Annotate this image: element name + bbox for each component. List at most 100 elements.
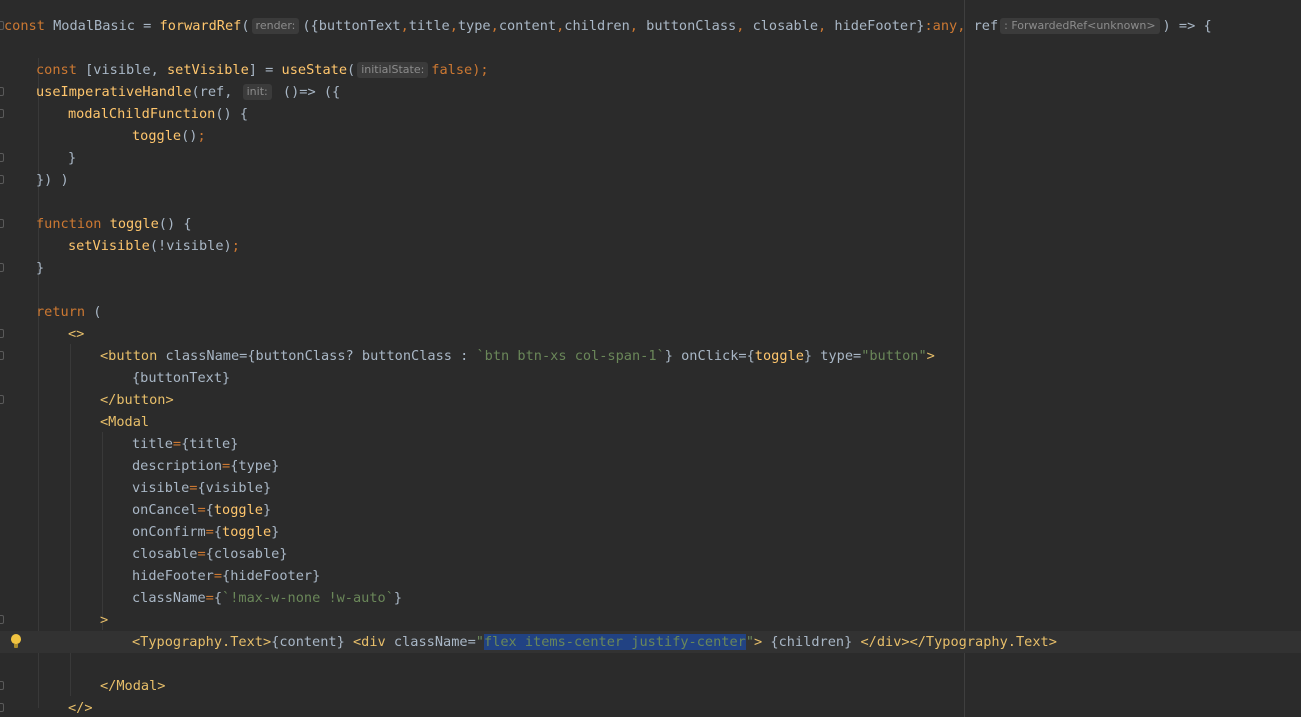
paren: () { — [215, 106, 249, 122]
brace: } — [664, 348, 673, 364]
comma: , — [957, 18, 974, 34]
fold-marker-icon[interactable] — [0, 329, 4, 338]
param: ref — [973, 18, 999, 34]
code-line[interactable]: onConfirm={toggle} — [0, 521, 1301, 543]
fold-marker-icon[interactable] — [0, 703, 4, 712]
jsx-tag: </Modal> — [100, 678, 166, 694]
keyword: return — [36, 304, 86, 320]
jsx-attr: description — [132, 458, 223, 474]
literal: false — [431, 62, 473, 78]
code-line[interactable]: </> — [0, 697, 1301, 717]
brace: } — [271, 458, 280, 474]
code-line[interactable]: const ModalBasic = forwardRef(render: ({b… — [0, 15, 1301, 37]
code-line[interactable]: <Modal — [0, 411, 1301, 433]
fold-marker-icon[interactable] — [0, 263, 4, 272]
operator: = — [197, 546, 206, 562]
fold-marker-icon[interactable] — [0, 109, 4, 118]
identifier: ModalBasic — [53, 18, 135, 34]
code-line[interactable]: useImperativeHandle(ref, init: ()=> ({ — [0, 81, 1301, 103]
param: hideFooter — [834, 18, 917, 34]
brace: } — [262, 480, 272, 496]
jsx-tag: </> — [68, 700, 93, 716]
code-line[interactable]: title={title} — [0, 433, 1301, 455]
jsx-expression: title — [189, 436, 231, 452]
lightbulb-icon[interactable] — [11, 634, 21, 648]
code-line[interactable]: return ( — [0, 301, 1301, 323]
comma: , — [400, 18, 409, 34]
code-line[interactable]: {buttonText} — [0, 367, 1301, 389]
paren: ); — [472, 62, 489, 78]
brace: } — [271, 524, 280, 540]
brace: }) ) — [36, 172, 69, 188]
code-line-current[interactable]: <Typography.Text>{content} <div classNam… — [0, 631, 1301, 653]
keyword: const — [4, 18, 45, 34]
function-call: toggle — [132, 128, 182, 144]
code-line[interactable]: toggle(); — [0, 125, 1301, 147]
brace: } — [230, 436, 239, 452]
paren: ( — [85, 304, 102, 320]
operator: = — [197, 502, 206, 518]
code-line[interactable]: </button> — [0, 389, 1301, 411]
fold-marker-icon[interactable] — [0, 87, 4, 96]
jsx-tag: </div> — [860, 634, 910, 650]
fold-marker-icon[interactable] — [0, 395, 4, 404]
string-quote: " — [745, 634, 755, 650]
paren: ( — [241, 18, 250, 34]
comma: , — [490, 18, 499, 34]
destructure: [visible, — [76, 62, 167, 78]
jsx-attr: className — [157, 348, 240, 364]
parameter-hint: render: — [251, 18, 300, 34]
jsx-tag: <Typography.Text> — [132, 634, 272, 650]
parameter-hint: init: — [242, 84, 272, 100]
jsx-tag: > — [100, 612, 109, 628]
brace: { — [213, 590, 223, 606]
param: buttonClass — [646, 18, 737, 34]
param: content — [498, 18, 557, 34]
code-line[interactable]: } — [0, 257, 1301, 279]
code-line[interactable]: const [visible, setVisible] = useState(i… — [0, 59, 1301, 81]
fold-marker-icon[interactable] — [0, 153, 4, 162]
operator: = — [853, 348, 862, 364]
jsx-expression: {buttonText} — [132, 370, 231, 386]
code-line[interactable]: <> — [0, 323, 1301, 345]
code-line[interactable]: <button className = {buttonClass? buttonCl… — [0, 345, 1301, 367]
jsx-tag: </button> — [100, 392, 174, 408]
fold-marker-icon[interactable] — [0, 219, 4, 228]
code-line[interactable]: closable={closable} — [0, 543, 1301, 565]
brace: } — [36, 260, 45, 276]
code-line[interactable]: onCancel={toggle} — [0, 499, 1301, 521]
code-line[interactable]: visible={visible} — [0, 477, 1301, 499]
jsx-tag: </Typography.Text> — [909, 634, 1057, 650]
fold-marker-icon[interactable] — [0, 681, 4, 690]
code-line[interactable]: modalChildFunction() { — [0, 103, 1301, 125]
fold-marker-icon[interactable] — [0, 175, 4, 184]
jsx-attr: className — [132, 590, 206, 606]
code-line[interactable]: hideFooter={hideFooter} — [0, 565, 1301, 587]
code-editor[interactable]: const ModalBasic = forwardRef(render: ({b… — [0, 0, 1301, 717]
operator: = — [467, 634, 476, 650]
function-call: useState — [281, 62, 348, 78]
code-line[interactable]: > — [0, 609, 1301, 631]
parameter-hint: initialState: — [357, 62, 429, 78]
paren: () { — [158, 216, 192, 232]
jsx-expression: hideFooter — [230, 568, 313, 584]
code-line[interactable]: function toggle() { — [0, 213, 1301, 235]
code-line[interactable]: </Modal> — [0, 675, 1301, 697]
function-call: setVisible — [68, 238, 150, 254]
comma: , — [629, 18, 647, 34]
keyword: const — [36, 62, 77, 78]
selected-text[interactable]: flex items-center justify-center — [483, 634, 746, 650]
code-line[interactable]: className={`!max-w-none !w-auto`} — [0, 587, 1301, 609]
code-line[interactable]: description={type} — [0, 455, 1301, 477]
operator: = — [172, 436, 182, 452]
fold-marker-icon[interactable] — [0, 351, 4, 360]
fold-marker-icon[interactable] — [0, 615, 4, 624]
operator: = — [222, 458, 231, 474]
code-line[interactable]: setVisible(!visible); — [0, 235, 1301, 257]
template-string: `btn btn-xs col-span-1` — [476, 348, 665, 364]
operator: = — [205, 524, 214, 540]
code-line[interactable]: }) ) — [0, 169, 1301, 191]
code-line[interactable]: } — [0, 147, 1301, 169]
jsx-tag: > — [926, 348, 935, 364]
identifier: setVisible — [166, 62, 249, 78]
